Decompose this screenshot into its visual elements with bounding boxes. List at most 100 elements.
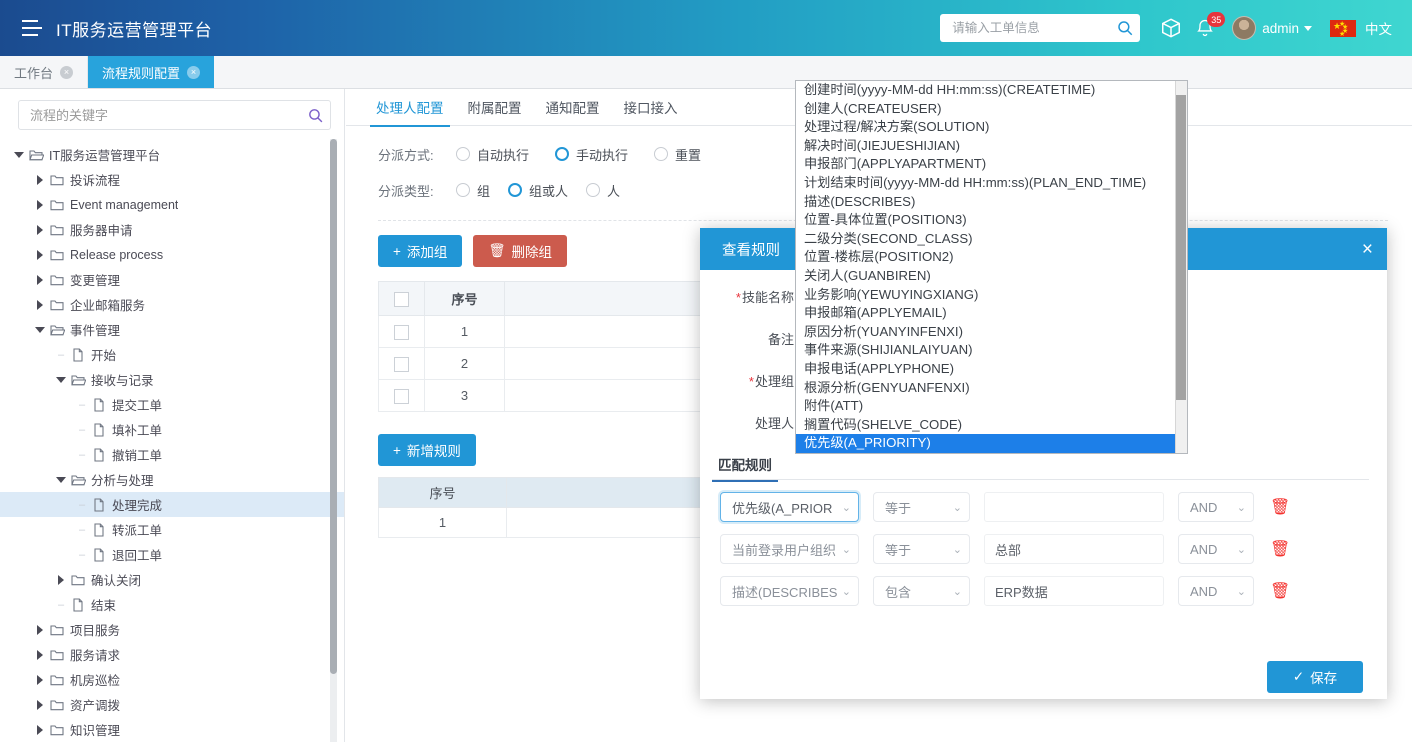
tree-search[interactable] xyxy=(18,100,331,130)
tree-node-4[interactable]: Release process xyxy=(0,242,344,267)
chevron-right-icon[interactable] xyxy=(33,700,47,710)
chevron-right-icon[interactable] xyxy=(33,275,47,285)
dropdown-option-7[interactable]: 位置-具体位置(POSITION3) xyxy=(796,211,1177,230)
chevron-right-icon[interactable] xyxy=(33,175,47,185)
save-button[interactable]: ✓ 保存 xyxy=(1267,661,1363,693)
tree-node-13[interactable]: 分析与处理 xyxy=(0,467,344,492)
dropdown-option-11[interactable]: 业务影响(YEWUYINGXIANG) xyxy=(796,286,1177,305)
content-tab-0[interactable]: 处理人配置 xyxy=(364,97,456,126)
tree-node-2[interactable]: Event management xyxy=(0,192,344,217)
search-icon[interactable] xyxy=(307,107,324,124)
tab-workbench[interactable]: 工作台 × xyxy=(0,56,88,88)
rule-field-select[interactable]: 当前登录用户组织⌄ xyxy=(720,534,859,564)
rule-logic-select[interactable]: AND⌄ xyxy=(1178,534,1254,564)
dropdown-option-10[interactable]: 关闭人(GUANBIREN) xyxy=(796,267,1177,286)
select-all-checkbox[interactable] xyxy=(394,292,409,307)
rule-operator-select[interactable]: 包含⌄ xyxy=(873,576,970,606)
tree-node-11[interactable]: –填补工单 xyxy=(0,417,344,442)
tree-node-17[interactable]: 确认关闭 xyxy=(0,567,344,592)
tree-node-22[interactable]: 资产调拨 xyxy=(0,692,344,717)
chevron-right-icon[interactable] xyxy=(33,675,47,685)
avatar[interactable] xyxy=(1232,16,1256,40)
dropdown-option-12[interactable]: 申报邮箱(APPLYEMAIL) xyxy=(796,304,1177,323)
radio-manual-execute[interactable]: 手动执行 xyxy=(555,145,628,164)
chevron-down-icon[interactable] xyxy=(54,477,68,483)
radio-person[interactable]: 人 xyxy=(586,181,620,200)
user-menu[interactable]: admin xyxy=(1262,21,1312,36)
tree-node-6[interactable]: 企业邮箱服务 xyxy=(0,292,344,317)
delete-rule-icon[interactable]: 🗑 xyxy=(1270,539,1290,559)
tree-node-21[interactable]: 机房巡检 xyxy=(0,667,344,692)
radio-group-or-person[interactable]: 组或人 xyxy=(508,181,568,200)
chevron-right-icon[interactable] xyxy=(33,725,47,735)
tree-search-input[interactable] xyxy=(30,108,307,123)
tree-node-0[interactable]: IT服务运营管理平台 xyxy=(0,142,344,167)
dropdown-option-2[interactable]: 处理过程/解决方案(SOLUTION) xyxy=(796,118,1177,137)
dropdown-option-14[interactable]: 事件来源(SHIJIANLAIYUAN) xyxy=(796,341,1177,360)
rule-field-select[interactable]: 描述(DESCRIBES⌄ xyxy=(720,576,859,606)
chevron-right-icon[interactable] xyxy=(33,300,47,310)
content-tab-3[interactable]: 接口接入 xyxy=(612,97,690,126)
search-icon[interactable] xyxy=(1116,19,1134,37)
tree-scrollbar-thumb[interactable] xyxy=(330,139,337,674)
delete-group-button[interactable]: 🗑 删除组 xyxy=(473,235,567,267)
close-icon[interactable]: × xyxy=(187,66,200,79)
tree-node-7[interactable]: 事件管理 xyxy=(0,317,344,342)
delete-rule-icon[interactable]: 🗑 xyxy=(1270,497,1290,517)
global-search[interactable] xyxy=(940,14,1140,42)
tree-node-3[interactable]: 服务器申请 xyxy=(0,217,344,242)
radio-group[interactable]: 组 xyxy=(456,181,490,200)
hamburger-icon[interactable] xyxy=(22,20,42,36)
tree-node-19[interactable]: 项目服务 xyxy=(0,617,344,642)
rule-value-input[interactable]: 总部 xyxy=(984,534,1164,564)
tab-match-rule[interactable]: 匹配规则 xyxy=(712,454,778,481)
add-group-button[interactable]: + 添加组 xyxy=(378,235,462,267)
dropdown-option-8[interactable]: 二级分类(SECOND_CLASS) xyxy=(796,230,1177,249)
dropdown-option-16[interactable]: 根源分析(GENYUANFENXI) xyxy=(796,379,1177,398)
row-checkbox[interactable] xyxy=(394,325,409,340)
field-select-dropdown[interactable]: 创建时间(yyyy-MM-dd HH:mm:ss)(CREATETIME)创建人… xyxy=(795,80,1188,454)
dropdown-option-9[interactable]: 位置-楼栋层(POSITION2) xyxy=(796,248,1177,267)
tree-node-9[interactable]: 接收与记录 xyxy=(0,367,344,392)
chevron-right-icon[interactable] xyxy=(33,250,47,260)
tree-node-16[interactable]: –退回工单 xyxy=(0,542,344,567)
rule-operator-select[interactable]: 等于⌄ xyxy=(873,492,970,522)
notifications-bell[interactable]: 35 xyxy=(1188,0,1222,56)
close-icon[interactable]: × xyxy=(1362,240,1373,259)
dropdown-option-18[interactable]: 搁置代码(SHELVE_CODE) xyxy=(796,416,1177,435)
dropdown-option-0[interactable]: 创建时间(yyyy-MM-dd HH:mm:ss)(CREATETIME) xyxy=(796,81,1177,100)
radio-reset[interactable]: 重置 xyxy=(654,145,701,164)
row-checkbox[interactable] xyxy=(394,389,409,404)
language-switch[interactable]: 中文 xyxy=(1365,18,1392,38)
tree-node-5[interactable]: 变更管理 xyxy=(0,267,344,292)
dropdown-option-4[interactable]: 申报部门(APPLYAPARTMENT) xyxy=(796,155,1177,174)
rule-logic-select[interactable]: AND⌄ xyxy=(1178,576,1254,606)
search-input[interactable] xyxy=(952,21,1116,35)
chevron-right-icon[interactable] xyxy=(54,575,68,585)
package-icon[interactable] xyxy=(1154,0,1188,56)
chevron-right-icon[interactable] xyxy=(33,225,47,235)
close-icon[interactable]: × xyxy=(60,66,73,79)
tree-node-1[interactable]: 投诉流程 xyxy=(0,167,344,192)
dropdown-scrollbar-thumb[interactable] xyxy=(1176,95,1186,400)
tree-node-18[interactable]: –结束 xyxy=(0,592,344,617)
dropdown-option-6[interactable]: 描述(DESCRIBES) xyxy=(796,193,1177,212)
tab-process-rule-config[interactable]: 流程规则配置 × xyxy=(88,56,214,88)
dropdown-option-15[interactable]: 申报电话(APPLYPHONE) xyxy=(796,360,1177,379)
dropdown-option-3[interactable]: 解决时间(JIEJUESHIJIAN) xyxy=(796,137,1177,156)
rule-field-select[interactable]: 优先级(A_PRIOR⌄ xyxy=(720,492,859,522)
dropdown-option-13[interactable]: 原因分析(YUANYINFENXI) xyxy=(796,323,1177,342)
flag-icon[interactable]: ★ ★ ★ ★ ★ xyxy=(1330,20,1356,37)
radio-auto-execute[interactable]: 自动执行 xyxy=(456,145,529,164)
tree-node-15[interactable]: –转派工单 xyxy=(0,517,344,542)
chevron-right-icon[interactable] xyxy=(33,625,47,635)
tree-node-14[interactable]: –处理完成 xyxy=(0,492,344,517)
dropdown-option-5[interactable]: 计划结束时间(yyyy-MM-dd HH:mm:ss)(PLAN_END_TIM… xyxy=(796,174,1177,193)
content-tab-1[interactable]: 附属配置 xyxy=(456,97,534,126)
chevron-right-icon[interactable] xyxy=(33,650,47,660)
chevron-right-icon[interactable] xyxy=(33,200,47,210)
chevron-down-icon[interactable] xyxy=(12,152,26,158)
tree-node-23[interactable]: 知识管理 xyxy=(0,717,344,742)
dropdown-option-17[interactable]: 附件(ATT) xyxy=(796,397,1177,416)
tree-node-8[interactable]: –开始 xyxy=(0,342,344,367)
